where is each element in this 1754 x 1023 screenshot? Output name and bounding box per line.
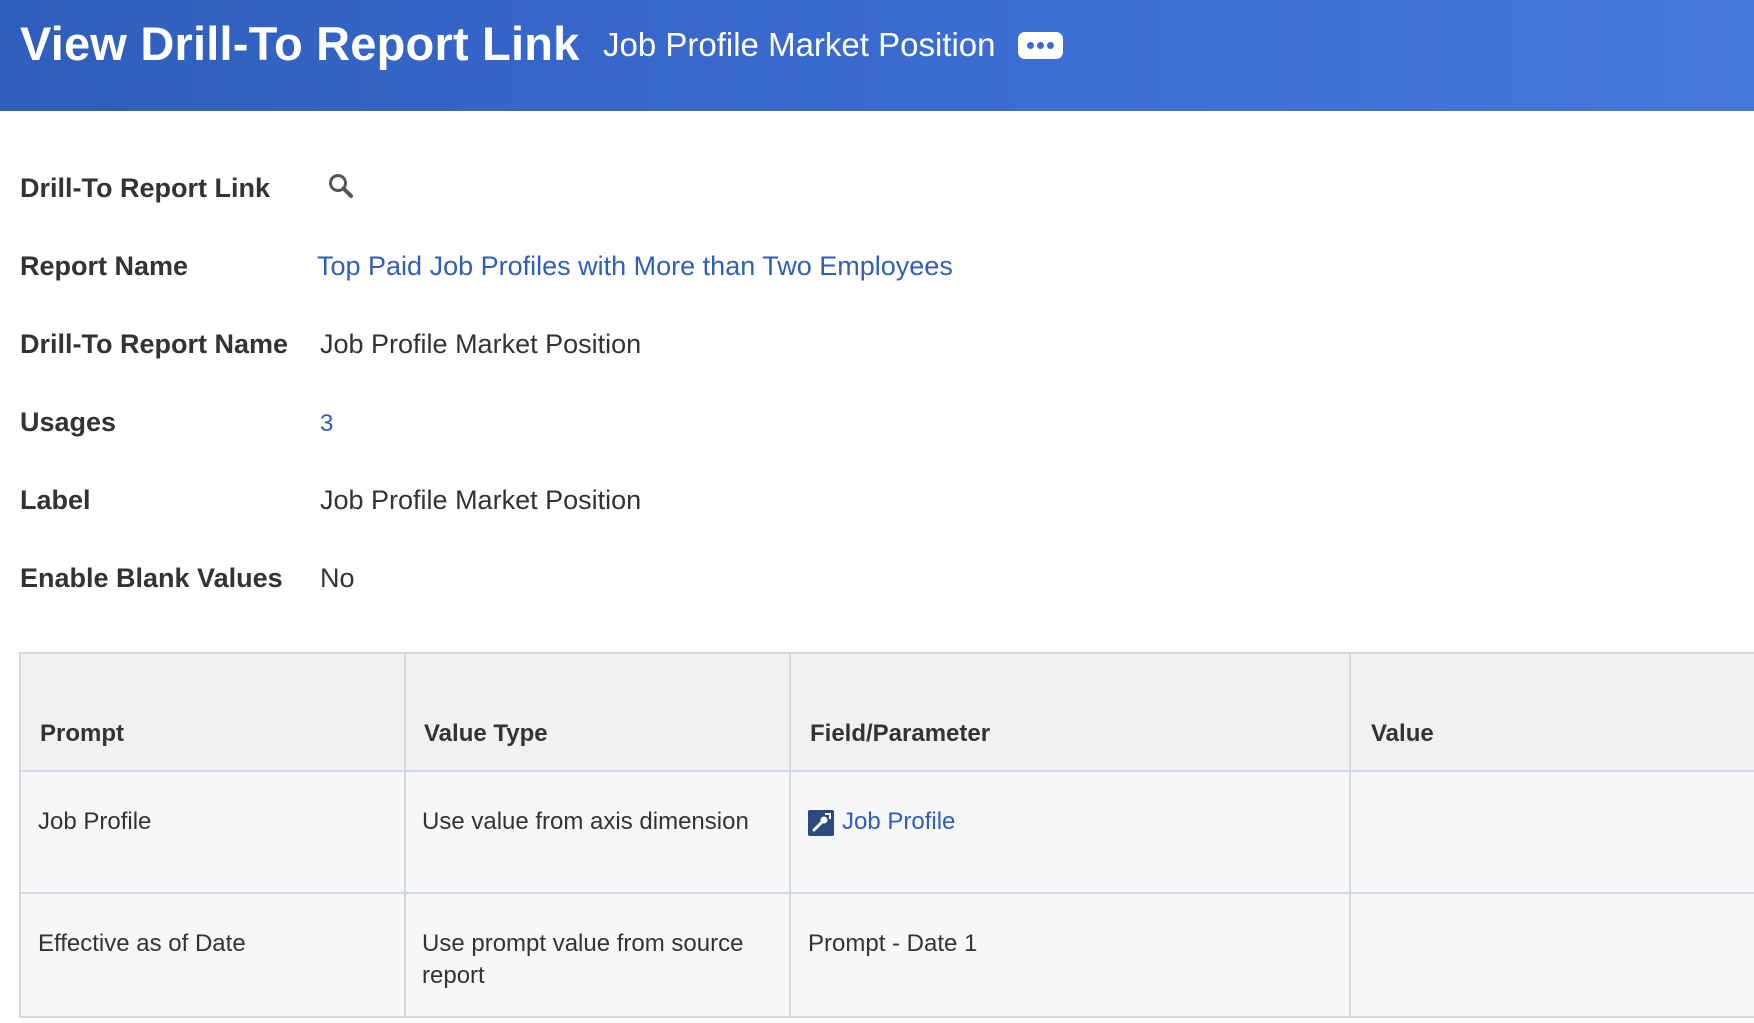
- page-title: View Drill-To Report Link: [20, 17, 580, 70]
- prompts-table: Prompt Value Type Field/Parameter Value …: [19, 652, 1754, 1018]
- cell-value-type: Use value from axis dimension: [422, 808, 749, 835]
- related-actions-button[interactable]: [1018, 32, 1063, 59]
- column-header-value-type[interactable]: Value Type: [424, 720, 548, 748]
- ellipsis-icon-dot: [1047, 42, 1054, 49]
- cell-field-parameter: Prompt - Date 1: [808, 930, 978, 957]
- column-header-value[interactable]: Value: [1371, 720, 1434, 748]
- cell-value-type-line: Use prompt value from source: [422, 930, 744, 957]
- usages-label: Usages: [20, 407, 117, 437]
- field-link-icon: [808, 810, 834, 836]
- page-header: View Drill-To Report Link Job Profile Ma…: [0, 0, 1754, 111]
- cell-value-type: Use prompt value from source report: [422, 928, 743, 992]
- column-divider: [1349, 654, 1351, 1016]
- page-subtitle: Job Profile Market Position: [603, 26, 996, 63]
- label-label: Label: [20, 485, 91, 515]
- ellipsis-icon-dot: [1027, 42, 1034, 49]
- drill-to-report-name-value: Job Profile Market Position: [320, 329, 642, 359]
- column-divider: [789, 654, 791, 1016]
- cell-prompt: Job Profile: [38, 808, 152, 835]
- table-row: Job Profile Use value from axis dimensio…: [21, 772, 1754, 894]
- usages-link[interactable]: 3: [320, 406, 333, 442]
- enable-blank-values-value: No: [320, 563, 355, 593]
- column-header-prompt[interactable]: Prompt: [40, 720, 124, 748]
- label-value: Job Profile Market Position: [320, 485, 642, 515]
- search-icon[interactable]: [327, 172, 355, 200]
- ellipsis-icon-dot: [1037, 42, 1044, 49]
- drill-to-report-name-label: Drill-To Report Name: [20, 329, 289, 359]
- cell-value-type-line: report: [422, 962, 485, 989]
- enable-blank-values-label: Enable Blank Values: [20, 563, 283, 593]
- cell-field-parameter-link[interactable]: Job Profile: [842, 806, 955, 838]
- table-header-row: Prompt Value Type Field/Parameter Value: [21, 654, 1754, 772]
- column-divider: [404, 654, 406, 1016]
- column-header-field-parameter[interactable]: Field/Parameter: [810, 720, 990, 748]
- cell-prompt: Effective as of Date: [38, 930, 246, 957]
- report-name-label: Report Name: [20, 251, 189, 281]
- table-row: Effective as of Date Use prompt value fr…: [21, 894, 1754, 1016]
- drill-to-report-link-label: Drill-To Report Link: [20, 173, 270, 203]
- report-name-link[interactable]: Top Paid Job Profiles with More than Two…: [317, 248, 953, 284]
